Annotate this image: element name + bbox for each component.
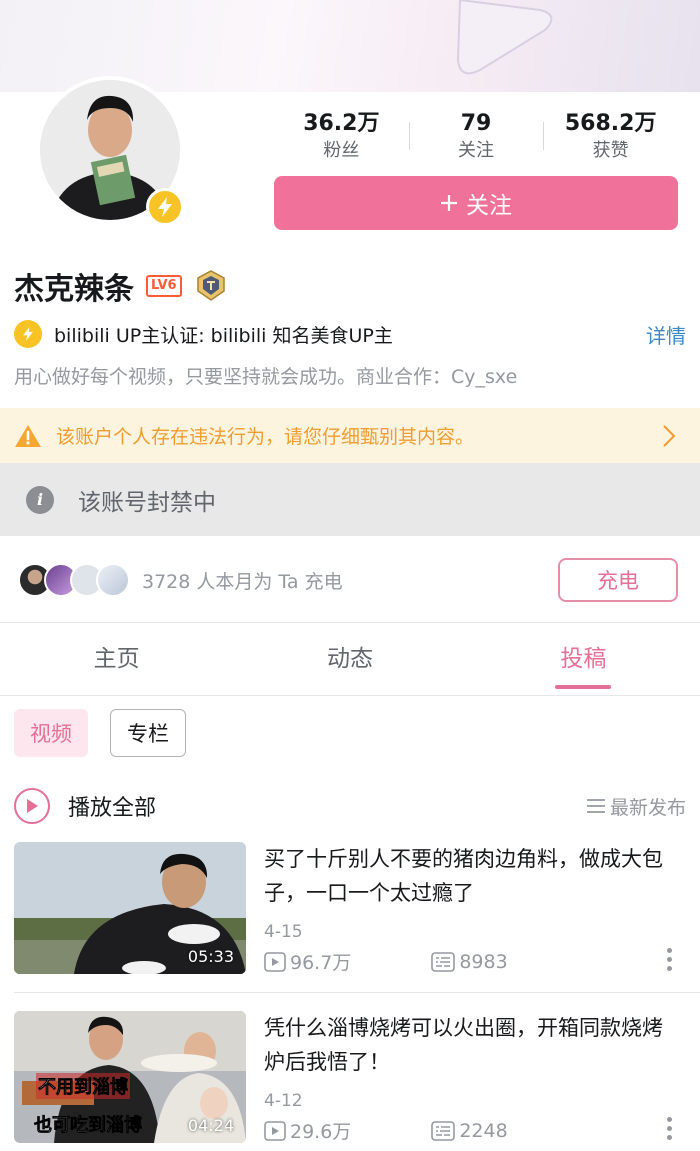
play-icon[interactable]	[14, 788, 50, 824]
ban-text: 该账号封禁中	[78, 489, 216, 516]
warning-text: 该账户个人存在违法行为，请您仔细甄别其内容。	[56, 426, 475, 448]
stat-value: 568.2万	[564, 111, 657, 136]
info-icon: i	[26, 485, 54, 514]
stat-likes[interactable]: 568.2万 获赞	[543, 108, 678, 166]
level-badge[interactable]: LV6	[146, 275, 182, 297]
video-date: 4-15	[264, 922, 303, 942]
follow-button[interactable]: 关注	[274, 176, 678, 230]
stat-label: 粉丝	[323, 140, 360, 161]
tab-uploads[interactable]: 投稿	[467, 623, 700, 695]
tab-dynamic[interactable]: 动态	[233, 623, 466, 695]
charge-row: 3728 人本月为 Ta 充电 充电	[0, 544, 700, 616]
stat-label: 关注	[458, 140, 494, 161]
verification-row: bilibili UP主认证: bilibili 知名美食UP主 详情	[14, 318, 686, 350]
bolt-icon	[14, 320, 42, 348]
danmaku-count-value: 2248	[459, 1119, 508, 1142]
content-type-chips: 视频 专栏	[14, 709, 186, 757]
ban-notice: i 该账号封禁中	[0, 463, 700, 536]
play-all-label[interactable]: 播放全部	[68, 790, 586, 822]
divider	[14, 992, 700, 993]
sort-label: 最新发布	[609, 796, 686, 819]
profile-stats: 36.2万 粉丝 79 关注 568.2万 获赞	[274, 108, 678, 166]
thumbnail-caption: 不用到淄博	[36, 1073, 130, 1099]
warning-banner[interactable]: 该账户个人存在违法行为，请您仔细甄别其内容。	[0, 408, 700, 463]
video-meta: 29.6万 2248	[264, 1117, 508, 1144]
menu-icon	[586, 799, 605, 813]
charger-avatar	[96, 563, 130, 597]
video-thumbnail[interactable]: 05:33	[14, 842, 246, 974]
view-count: 96.7万	[264, 948, 351, 975]
chevron-right-icon	[663, 424, 676, 447]
tab-home[interactable]: 主页	[0, 623, 233, 695]
follow-label: 关注	[466, 193, 512, 219]
stat-value: 79	[460, 111, 492, 136]
banner-decoration	[456, 0, 553, 75]
charger-avatars[interactable]	[18, 563, 130, 597]
video-duration: 05:33	[187, 947, 234, 966]
detail-link[interactable]: 详情	[646, 320, 686, 349]
bio: 用心做好每个视频，只要坚持就会成功。商业合作：Cy_sxe	[14, 366, 518, 388]
play-all-row: 播放全部 最新发布	[14, 785, 686, 827]
bolt-icon	[146, 188, 184, 226]
name-row: 杰克辣条 LV6	[14, 264, 228, 308]
thumbnail-caption: 也可吃到淄博	[34, 1115, 143, 1137]
warning-icon	[15, 424, 41, 447]
view-count-value: 29.6万	[290, 1121, 352, 1143]
danmaku-icon	[431, 951, 456, 972]
profile-tabs: 主页 动态 投稿	[0, 623, 700, 695]
video-item[interactable]: 05:33 买了十斤别人不要的猪肉边角料，做成大包子，一口一个太过瘾了 4-15…	[14, 842, 686, 976]
charge-text: 3728 人本月为 Ta 充电	[142, 570, 343, 593]
avatar[interactable]	[36, 76, 184, 226]
stat-following[interactable]: 79 关注	[408, 108, 544, 166]
stat-label: 获赞	[592, 140, 629, 161]
stat-followers[interactable]: 36.2万 粉丝	[274, 108, 409, 166]
sort-button[interactable]: 最新发布	[586, 793, 686, 820]
video-date: 4-12	[264, 1091, 303, 1111]
stat-value: 36.2万	[303, 111, 380, 136]
video-thumbnail[interactable]: 不用到淄博 也可吃到淄博 04:24	[14, 1011, 246, 1143]
chip-articles[interactable]: 专栏	[110, 709, 186, 757]
chip-videos[interactable]: 视频	[14, 709, 88, 757]
danmaku-count: 8983	[431, 950, 508, 973]
danmaku-count-value: 8983	[459, 950, 508, 973]
video-meta: 96.7万 8983	[264, 948, 508, 975]
video-item[interactable]: 不用到淄博 也可吃到淄博 04:24 凭什么淄博烧烤可以火出圈，开箱同款烧烤炉后…	[14, 1011, 686, 1145]
plus-icon	[441, 195, 457, 211]
more-options-icon[interactable]	[666, 948, 672, 971]
play-count-icon	[264, 1120, 286, 1141]
play-count-icon	[264, 951, 286, 972]
medal-icon[interactable]	[194, 269, 228, 303]
divider	[0, 695, 700, 696]
verification-text: bilibili UP主认证: bilibili 知名美食UP主	[54, 324, 393, 347]
view-count: 29.6万	[264, 1117, 351, 1144]
user-name: 杰克辣条	[14, 272, 134, 307]
video-title[interactable]: 买了十斤别人不要的猪肉边角料，做成大包子，一口一个太过瘾了	[264, 842, 674, 910]
video-duration: 04:24	[187, 1116, 234, 1135]
video-title[interactable]: 凭什么淄博烧烤可以火出圈，开箱同款烧烤炉后我悟了！	[264, 1011, 674, 1079]
view-count-value: 96.7万	[290, 952, 352, 974]
more-options-icon[interactable]	[666, 1117, 672, 1140]
danmaku-count: 2248	[431, 1119, 508, 1142]
charge-button[interactable]: 充电	[558, 558, 678, 602]
danmaku-icon	[431, 1120, 456, 1141]
